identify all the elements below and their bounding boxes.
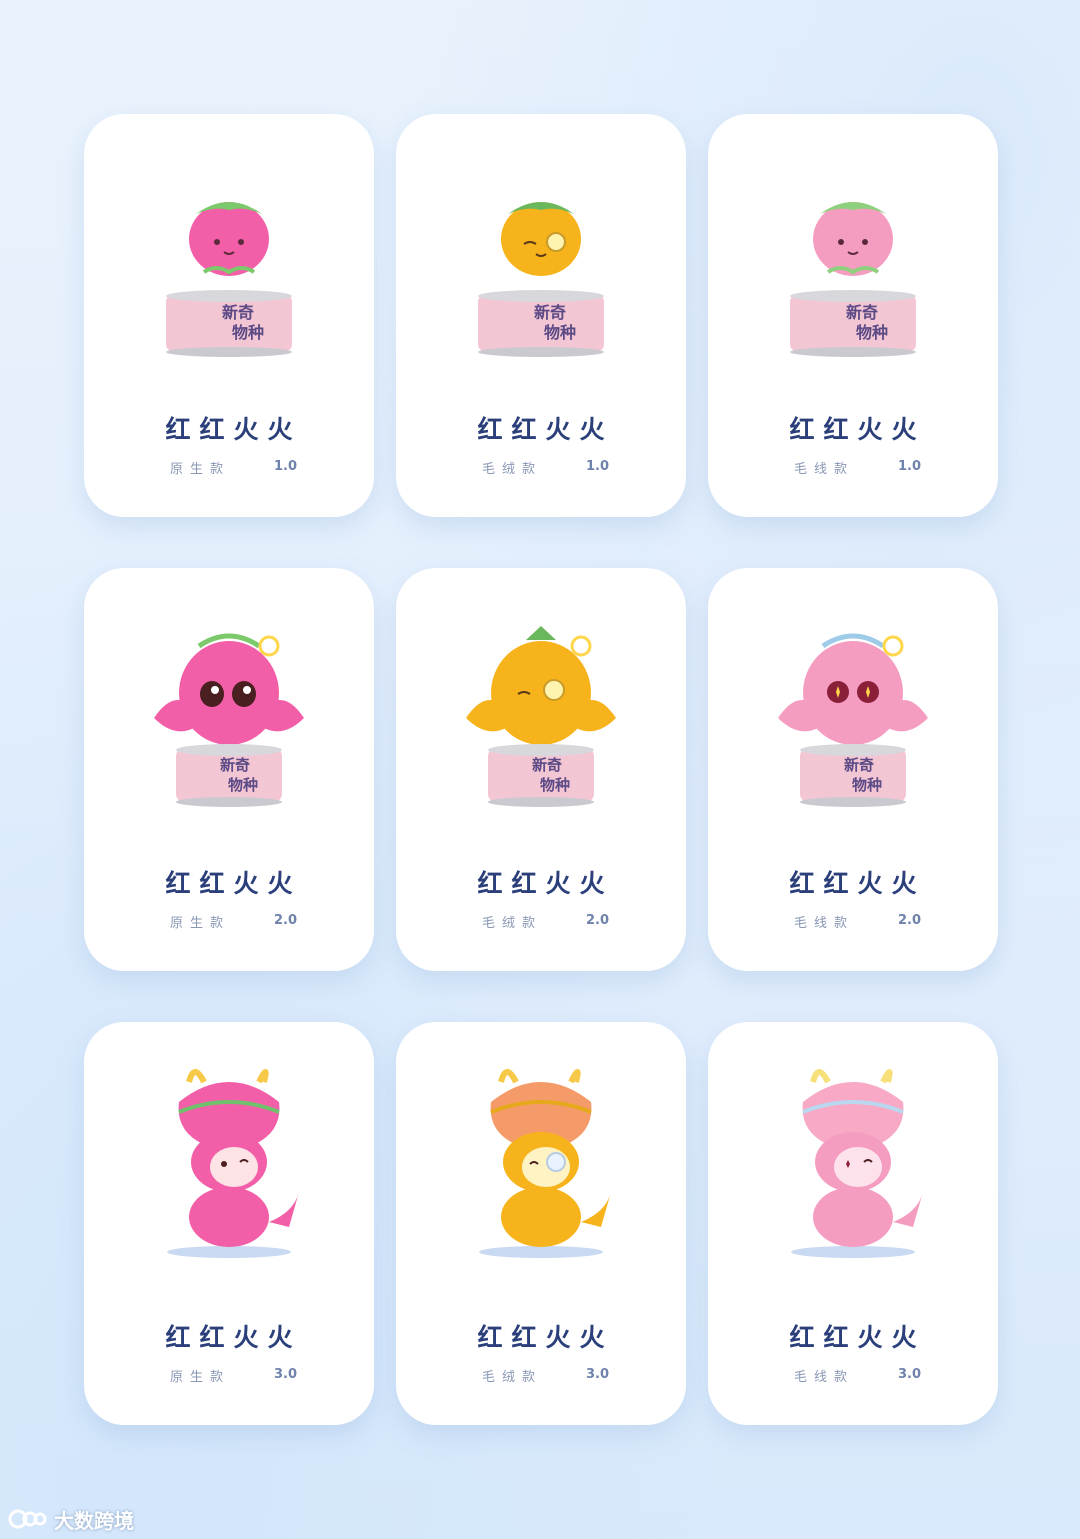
product-image (479, 1069, 611, 1258)
octopus-character-icon (778, 633, 928, 745)
product-version: 3.0 (274, 1367, 298, 1382)
product-title: 红红火火 (477, 1323, 614, 1352)
can-label: 新奇 (222, 303, 254, 322)
product-image (791, 1069, 923, 1258)
product-image: 新奇 物种 (466, 626, 616, 807)
product-title: 红红火火 (789, 1323, 926, 1352)
product-card[interactable]: 新奇 物种 红红火火 毛线款 2.0 (708, 568, 998, 971)
product-variant: 原生款 (170, 916, 231, 931)
product-version: 2.0 (898, 913, 922, 928)
product-card[interactable]: 新奇 物种 红红火火 毛绒款 1.0 (396, 114, 686, 517)
product-image (167, 1069, 299, 1258)
product-image: 新奇 物种 (790, 202, 916, 357)
can-icon: 新奇 物种 (790, 290, 916, 357)
product-title: 红红火火 (165, 1323, 302, 1352)
product-variant: 毛线款 (794, 462, 855, 477)
can-label: 物种 (228, 776, 258, 794)
can-icon: 新奇 物种 (478, 290, 604, 357)
product-version: 1.0 (898, 459, 922, 474)
product-variant: 毛绒款 (482, 1370, 543, 1385)
product-card[interactable]: 新奇 物种 红红火火 原生款 2.0 (84, 568, 374, 971)
watermark-logo-icon (8, 1509, 47, 1529)
can-icon: 新奇 物种 (176, 744, 282, 807)
fruit-character-icon (189, 202, 269, 276)
can-label: 新奇 (844, 756, 874, 774)
product-card[interactable]: 新奇 物种 红红火火 原生款 1.0 (84, 114, 374, 517)
product-variant: 原生款 (170, 462, 231, 477)
product-title: 红红火火 (789, 869, 926, 898)
can-label: 物种 (544, 323, 576, 342)
product-card[interactable]: 新奇 物种 红红火火 毛线款 1.0 (708, 114, 998, 517)
fruit-character-icon (813, 202, 893, 276)
product-card[interactable]: 红红火火 毛绒款 3.0 (396, 1022, 686, 1425)
product-variant: 毛绒款 (482, 462, 543, 477)
product-version: 1.0 (586, 459, 610, 474)
product-version: 2.0 (586, 913, 610, 928)
dragon-fruit-character-icon (167, 1069, 299, 1258)
product-variant: 毛绒款 (482, 916, 543, 931)
can-label: 物种 (852, 776, 882, 794)
can-icon: 新奇 物种 (800, 744, 906, 807)
product-variant: 毛线款 (794, 916, 855, 931)
can-label: 物种 (540, 776, 570, 794)
product-title: 红红火火 (165, 415, 302, 444)
watermark-text: 大数跨境 (54, 1508, 134, 1533)
product-image: 新奇 物种 (778, 633, 928, 807)
can-label: 物种 (856, 323, 888, 342)
product-title: 红红火火 (477, 869, 614, 898)
product-title: 红红火火 (165, 869, 302, 898)
product-image: 新奇 物种 (478, 202, 604, 357)
product-version: 1.0 (274, 459, 298, 474)
product-version: 2.0 (274, 913, 298, 928)
can-label: 新奇 (534, 303, 566, 322)
product-image: 新奇 物种 (166, 202, 292, 357)
product-title: 红红火火 (477, 415, 614, 444)
dragon-fruit-character-icon (479, 1069, 611, 1258)
octopus-character-icon (154, 633, 304, 745)
can-icon: 新奇 物种 (488, 744, 594, 807)
product-version: 3.0 (586, 1367, 610, 1382)
can-icon: 新奇 物种 (166, 290, 292, 357)
can-label: 物种 (232, 323, 264, 342)
product-variant: 原生款 (170, 1370, 231, 1385)
product-image: 新奇 物种 (154, 633, 304, 807)
octopus-character-icon (466, 626, 616, 745)
product-card[interactable]: 红红火火 毛线款 3.0 (708, 1022, 998, 1425)
can-label: 新奇 (532, 756, 562, 774)
product-card[interactable]: 红红火火 原生款 3.0 (84, 1022, 374, 1425)
dragon-fruit-character-icon (791, 1069, 923, 1258)
product-title: 红红火火 (789, 415, 926, 444)
fruit-character-icon (501, 202, 581, 276)
can-label: 新奇 (846, 303, 878, 322)
watermark: 大数跨境 (8, 1504, 134, 1534)
product-variant: 毛线款 (794, 1370, 855, 1385)
product-version: 3.0 (898, 1367, 922, 1382)
can-label: 新奇 (220, 756, 250, 774)
product-card[interactable]: 新奇 物种 红红火火 毛绒款 2.0 (396, 568, 686, 971)
